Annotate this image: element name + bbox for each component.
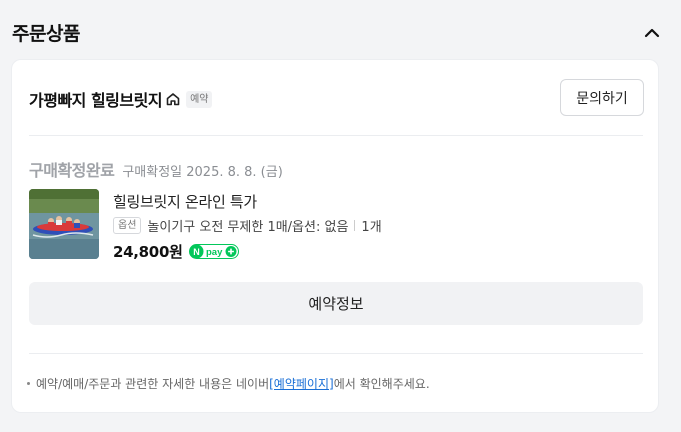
shop-name[interactable]: 가평빠지 힐링브릿지 xyxy=(29,87,163,111)
svg-text:N: N xyxy=(193,247,200,257)
inquiry-button[interactable]: 문의하기 xyxy=(560,79,644,116)
price-row: 24,800원 N pay xyxy=(113,241,239,262)
product-thumbnail[interactable] xyxy=(29,189,99,259)
option-text: 놀이기구 오전 무제한 1매/옵션: 없음 xyxy=(147,220,349,235)
bullet xyxy=(27,382,30,385)
order-item-card: 가평빠지 힐링브릿지 예약 문의하기 구매확정완료 구매확정일 2025. 8.… xyxy=(11,59,659,413)
purchase-confirm-date: 구매확정일 2025. 8. 8. (금) xyxy=(122,165,283,180)
reservation-badge: 예약 xyxy=(186,90,213,108)
product-option-row: 옵션 놀이기구 오전 무제한 1매/옵션: 없음 1개 xyxy=(113,216,382,235)
separator xyxy=(354,220,356,231)
svg-text:pay: pay xyxy=(206,247,223,258)
option-tag: 옵션 xyxy=(113,217,142,234)
product-name[interactable]: 힐링브릿지 온라인 특가 xyxy=(113,191,257,212)
notice-text-before: 예약/예매/주문과 관련한 자세한 내용은 네이버 xyxy=(36,377,270,391)
chevron-up-icon xyxy=(644,28,660,38)
notice-text-after: 에서 확인해주세요. xyxy=(333,377,430,391)
notice: 예약/예매/주문과 관련한 자세한 내용은 네이버 [예약페이지] 에서 확인해… xyxy=(27,375,430,392)
order-status-row: 구매확정완료 구매확정일 2025. 8. 8. (금) xyxy=(29,157,283,181)
product-price: 24,800원 xyxy=(113,243,183,261)
order-status: 구매확정완료 xyxy=(29,161,115,180)
npay-plus-badge: N pay xyxy=(188,244,239,259)
divider xyxy=(29,135,643,136)
home-icon xyxy=(165,91,181,107)
reservation-info-button[interactable]: 예약정보 xyxy=(29,282,643,325)
collapse-button[interactable] xyxy=(640,22,664,44)
section-title: 주문상품 xyxy=(12,23,80,45)
shop-row: 가평빠지 힐링브릿지 예약 xyxy=(29,87,213,111)
quantity: 1개 xyxy=(361,220,382,235)
divider xyxy=(29,353,643,354)
order-items-header: 주문상품 xyxy=(0,0,681,60)
reservation-page-link[interactable]: [예약페이지] xyxy=(269,375,334,392)
